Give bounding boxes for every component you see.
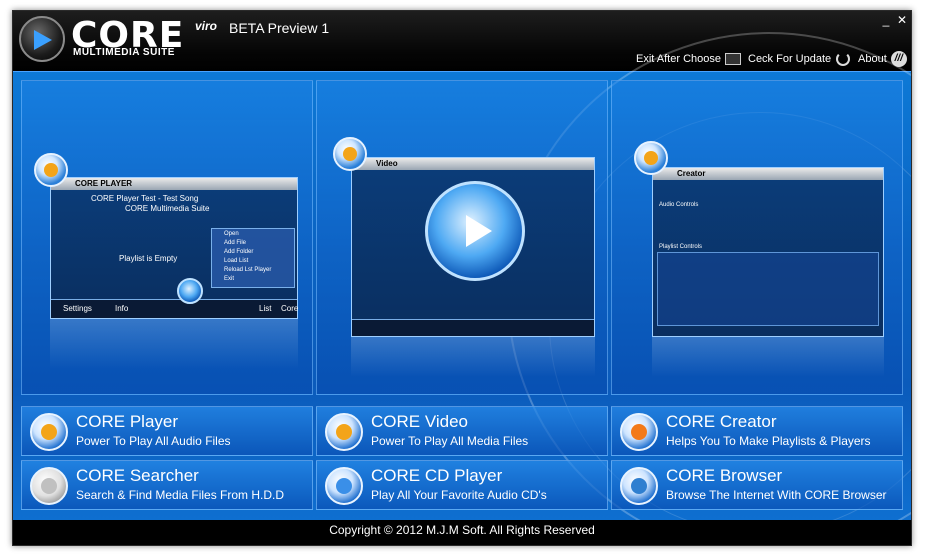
tile-core-browser-title: CORE Browser [666,466,783,485]
player-control-bar: Settings Info List Core [51,299,299,318]
tile-core-browser-subtitle: Browse The Internet With CORE Browser [666,488,887,502]
playlist-empty-text: Playlist is Empty [119,254,178,263]
player-mini-title: CORE PLAYER [51,178,297,190]
tile-core-video[interactable]: CORE Video Power To Play All Media Files [316,406,608,456]
tile-core-creator-subtitle: Helps You To Make Playlists & Players [666,434,871,448]
video-mini-title: Video [352,158,594,170]
tile-core-browser[interactable]: CORE Browser Browse The Internet With CO… [611,460,903,510]
core-logo-icon [19,16,65,62]
video-icon [325,413,363,451]
app-window: CORE viro BETA Preview 1 MULTIMEDIA SUIT… [12,10,912,546]
creator-audio-controls: Audio Controls [659,202,699,208]
menu-load-list: Load List [224,258,249,264]
tile-core-cd-player-subtitle: Play All Your Favorite Audio CD's [371,488,547,502]
creator-mini-window: Creator Audio Controls Playlist Controls [652,167,884,337]
tile-core-creator-title: CORE Creator [666,412,777,431]
menu-exit: Exit [224,276,235,282]
player-core-label: Core [281,304,299,313]
tile-core-creator[interactable]: CORE Creator Helps You To Make Playlists… [611,406,903,456]
tile-core-video-title: CORE Video [371,412,469,431]
player-icon [30,413,68,451]
tile-core-searcher[interactable]: CORE Searcher Search & Find Media Files … [21,460,313,510]
preview-core-player: CORE PLAYER CORE Player Test - Test Song… [21,80,313,395]
creator-orb-icon [634,141,668,175]
magnifier-icon [30,467,68,505]
preview-core-creator: Creator Audio Controls Playlist Controls [611,80,903,395]
cd-icon [325,467,363,505]
tile-core-searcher-subtitle: Search & Find Media Files From H.D.D [76,488,285,502]
tile-core-player-subtitle: Power To Play All Audio Files [76,434,231,448]
tile-core-cd-player-title: CORE CD Player [371,466,503,485]
creator-playlist-area [657,252,879,326]
video-film-play-icon [425,181,525,281]
player-mini-window: CORE PLAYER CORE Player Test - Test Song… [50,177,298,319]
globe-icon [620,467,658,505]
tile-core-searcher-title: CORE Searcher [76,466,199,485]
video-control-bar [352,319,594,336]
player-suite-text: CORE Multimedia Suite [125,204,210,213]
tile-core-cd-player[interactable]: CORE CD Player Play All Your Favorite Au… [316,460,608,510]
main-content: CORE PLAYER CORE Player Test - Test Song… [13,32,911,545]
close-button[interactable]: ✕ [895,13,909,27]
creator-reflection [652,337,884,377]
player-orb-icon [34,153,68,187]
creator-mini-title: Creator [653,168,883,180]
player-settings-label: Settings [63,304,92,313]
tile-core-video-subtitle: Power To Play All Media Files [371,434,529,448]
player-reflection [50,319,298,369]
logo-suite-text: MULTIMEDIA SUITE [73,47,175,58]
video-orb-icon [333,137,367,171]
logo-beta-text: BETA Preview 1 [229,20,330,36]
creator-icon [620,413,658,451]
menu-add-folder: Add Folder [224,249,254,255]
player-list-label: List [259,304,272,313]
minimize-button[interactable]: _ [879,13,893,27]
logo-vitro-text: viro [195,19,218,33]
player-info-label: Info [115,304,129,313]
player-song-text: CORE Player Test - Test Song [91,194,199,203]
preview-core-video: Video [316,80,608,395]
menu-reload: Reload Lst Player [224,267,272,273]
menu-add-file: Add File [224,240,247,246]
tile-core-player[interactable]: CORE Player Power To Play All Audio File… [21,406,313,456]
footer-copyright: Copyright © 2012 M.J.M Soft. All Rights … [13,520,911,545]
menu-open: Open [224,231,239,237]
tile-core-player-title: CORE Player [76,412,179,431]
creator-playlist-controls: Playlist Controls [659,244,703,250]
player-menu-panel: Open Add File Add Folder Load List Reloa… [211,228,295,288]
video-reflection [351,337,595,377]
player-play-icon [177,278,203,304]
